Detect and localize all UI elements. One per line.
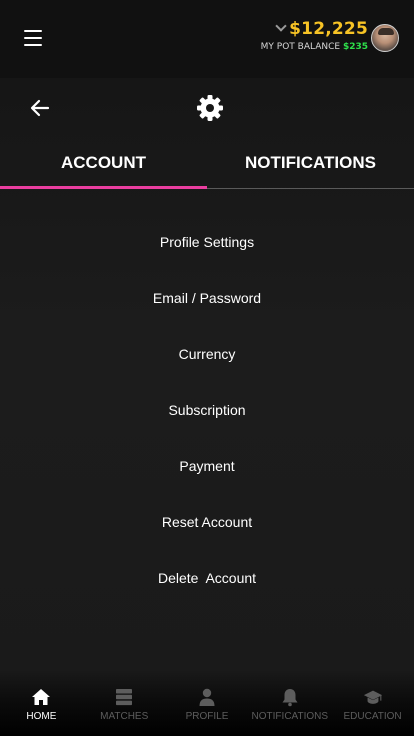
menu-item-subscription[interactable]: Subscription	[0, 382, 414, 438]
graduation-cap-icon	[363, 690, 382, 704]
top-bar: $12,225 MY POT BALANCE $235	[0, 0, 414, 78]
hamburger-icon[interactable]	[24, 30, 42, 46]
balance-display[interactable]: $12,225 MY POT BALANCE $235	[261, 19, 368, 52]
avatar[interactable]	[371, 24, 399, 52]
active-tab-indicator	[0, 186, 207, 189]
nav-profile[interactable]: PROFILE	[166, 670, 249, 736]
balance-amount: $12,225	[289, 19, 368, 39]
pot-balance-amount: $235	[342, 42, 368, 52]
bell-icon	[282, 689, 298, 707]
tab-notifications[interactable]: NOTIFICATIONS	[207, 138, 414, 188]
bottom-nav: HOME MATCHES PROFILE NOTIFICATIONS EDUCA…	[0, 670, 414, 736]
home-icon	[32, 689, 51, 705]
list-icon	[116, 689, 133, 706]
menu-item-delete-account[interactable]: Delete Account	[0, 550, 414, 606]
nav-home[interactable]: HOME	[0, 670, 83, 736]
nav-home-label: HOME	[26, 711, 57, 722]
nav-notifications[interactable]: NOTIFICATIONS	[248, 670, 331, 736]
account-menu: Profile Settings Email / Password Curren…	[0, 214, 414, 606]
arrow-left-icon[interactable]	[30, 98, 50, 118]
nav-matches-label: MATCHES	[100, 711, 149, 722]
nav-notifications-label: NOTIFICATIONS	[251, 711, 329, 722]
nav-education[interactable]: EDUCATION	[331, 670, 414, 736]
menu-item-payment[interactable]: Payment	[0, 438, 414, 494]
menu-item-reset-account[interactable]: Reset Account	[0, 494, 414, 550]
nav-profile-label: PROFILE	[185, 711, 229, 722]
nav-matches[interactable]: MATCHES	[83, 670, 166, 736]
settings-tabs: ACCOUNT NOTIFICATIONS	[0, 138, 414, 190]
tab-account[interactable]: ACCOUNT	[0, 138, 207, 188]
gear-icon	[197, 95, 223, 121]
menu-item-currency[interactable]: Currency	[0, 326, 414, 382]
user-icon	[199, 688, 215, 706]
menu-item-email-password[interactable]: Email / Password	[0, 270, 414, 326]
pot-balance-label: MY POT BALANCE	[260, 42, 341, 52]
pot-balance: MY POT BALANCE $235	[261, 42, 368, 52]
chevron-down-icon[interactable]	[275, 20, 287, 32]
nav-education-label: EDUCATION	[343, 711, 402, 722]
menu-item-profile-settings[interactable]: Profile Settings	[0, 214, 414, 270]
